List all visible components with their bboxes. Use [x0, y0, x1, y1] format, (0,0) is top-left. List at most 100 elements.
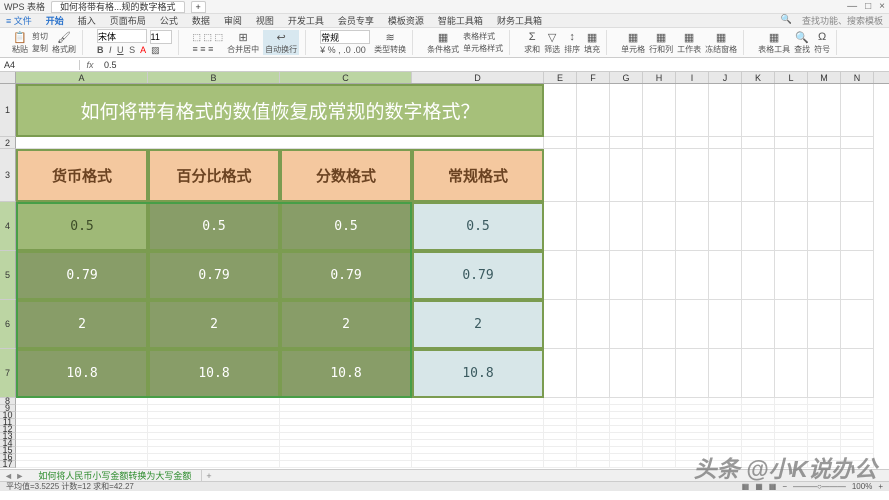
header-currency[interactable]: 货币格式	[16, 149, 148, 202]
search-hint[interactable]: 查找功能、搜索模板	[802, 14, 883, 27]
empty-cell[interactable]	[841, 149, 874, 202]
align-top-icon[interactable]: ⬚	[193, 32, 202, 42]
freeze-icon[interactable]: ▦	[714, 30, 728, 44]
empty-cell[interactable]	[742, 433, 775, 440]
empty-cell[interactable]	[610, 149, 643, 202]
empty-cell[interactable]	[577, 202, 610, 251]
empty-cell[interactable]	[544, 412, 577, 419]
empty-cell[interactable]	[841, 440, 874, 447]
empty-cell[interactable]	[841, 349, 874, 398]
col-K[interactable]: K	[742, 72, 775, 83]
empty-cell[interactable]	[16, 440, 148, 447]
empty-cell[interactable]	[709, 349, 742, 398]
empty-cell[interactable]	[709, 440, 742, 447]
data-cell[interactable]: 2	[148, 300, 280, 349]
empty-cell[interactable]	[841, 251, 874, 300]
name-box[interactable]: A4	[0, 60, 80, 70]
empty-cell[interactable]	[709, 149, 742, 202]
empty-cell[interactable]	[775, 398, 808, 405]
empty-cell[interactable]	[643, 419, 676, 426]
empty-cell[interactable]	[610, 461, 643, 468]
empty-cell[interactable]	[775, 202, 808, 251]
empty-cell[interactable]	[676, 405, 709, 412]
empty-cell[interactable]	[148, 461, 280, 468]
empty-cell[interactable]	[775, 300, 808, 349]
empty-cell[interactable]	[643, 398, 676, 405]
empty-cell[interactable]	[775, 426, 808, 433]
font-color-btn[interactable]: A	[140, 45, 146, 55]
empty-cell[interactable]	[610, 202, 643, 251]
empty-cell[interactable]	[577, 300, 610, 349]
empty-cell[interactable]	[742, 84, 775, 137]
currency-icon[interactable]: ¥	[320, 45, 325, 55]
empty-cell[interactable]	[577, 84, 610, 137]
paste-icon[interactable]: 📋	[13, 30, 27, 44]
empty-cell[interactable]	[280, 440, 412, 447]
empty-cell[interactable]	[544, 426, 577, 433]
header-fraction[interactable]: 分数格式	[280, 149, 412, 202]
align-bot-icon[interactable]: ⬚	[215, 32, 224, 42]
empty-cell[interactable]	[643, 440, 676, 447]
empty-cell[interactable]	[610, 137, 643, 149]
empty-cell[interactable]	[610, 398, 643, 405]
col-B[interactable]: B	[148, 72, 280, 83]
empty-cell[interactable]	[16, 398, 148, 405]
copy-btn[interactable]: 复制	[32, 43, 48, 54]
empty-cell[interactable]	[16, 433, 148, 440]
wrap-icon[interactable]: ↩	[274, 30, 288, 44]
fx-icon[interactable]: fx	[80, 60, 100, 70]
empty-cell[interactable]	[676, 398, 709, 405]
empty-cell[interactable]	[676, 300, 709, 349]
empty-cell[interactable]	[742, 202, 775, 251]
empty-cell[interactable]	[841, 426, 874, 433]
empty-cell[interactable]	[643, 433, 676, 440]
data-cell[interactable]: 2	[412, 300, 544, 349]
empty-cell[interactable]	[577, 433, 610, 440]
row-2[interactable]: 2	[0, 137, 16, 149]
empty-cell[interactable]	[544, 454, 577, 461]
col-F[interactable]: F	[577, 72, 610, 83]
empty-cell[interactable]	[544, 137, 577, 149]
empty-cell[interactable]	[544, 461, 577, 468]
bold-btn[interactable]: B	[97, 45, 104, 55]
empty-cell[interactable]	[709, 137, 742, 149]
empty-cell[interactable]	[280, 412, 412, 419]
doc-tab[interactable]: 如何将带有格...规的数字格式	[51, 1, 185, 13]
empty-cell[interactable]	[808, 440, 841, 447]
cond-format-icon[interactable]: ▦	[436, 30, 450, 44]
empty-cell[interactable]	[577, 137, 610, 149]
empty-cell[interactable]	[544, 84, 577, 137]
align-center-icon[interactable]: ≡	[200, 44, 205, 54]
fill-color-btn[interactable]: ▨	[151, 45, 160, 55]
empty-cell[interactable]	[280, 433, 412, 440]
empty-cell[interactable]	[643, 454, 676, 461]
empty-cell[interactable]	[676, 149, 709, 202]
data-cell[interactable]: 0.79	[412, 251, 544, 300]
percent-icon[interactable]: %	[328, 45, 336, 55]
empty-cell[interactable]	[544, 440, 577, 447]
empty-cell[interactable]	[775, 405, 808, 412]
empty-cell[interactable]	[808, 202, 841, 251]
empty-cell[interactable]	[676, 251, 709, 300]
rowcol-icon[interactable]: ▦	[654, 30, 668, 44]
tools-icon[interactable]: ▦	[767, 30, 781, 44]
empty-cell[interactable]	[577, 398, 610, 405]
empty-cell[interactable]	[16, 412, 148, 419]
empty-cell[interactable]	[412, 412, 544, 419]
empty-cell[interactable]	[610, 440, 643, 447]
empty-cell[interactable]	[709, 433, 742, 440]
empty-cell[interactable]	[148, 398, 280, 405]
empty-cell[interactable]	[676, 412, 709, 419]
symbol-icon[interactable]: Ω	[815, 30, 829, 44]
empty-cell[interactable]	[742, 412, 775, 419]
cell-style-btn[interactable]: 单元格样式	[463, 43, 503, 54]
data-cell[interactable]: 2	[280, 300, 412, 349]
col-N[interactable]: N	[841, 72, 874, 83]
empty-cell[interactable]	[676, 419, 709, 426]
menu-formula[interactable]: 公式	[160, 14, 178, 27]
empty-cell[interactable]	[16, 405, 148, 412]
empty-cell[interactable]	[16, 461, 148, 468]
empty-cell[interactable]	[610, 405, 643, 412]
tab-nav[interactable]: ◄ ►	[0, 471, 28, 481]
empty-cell[interactable]	[775, 440, 808, 447]
